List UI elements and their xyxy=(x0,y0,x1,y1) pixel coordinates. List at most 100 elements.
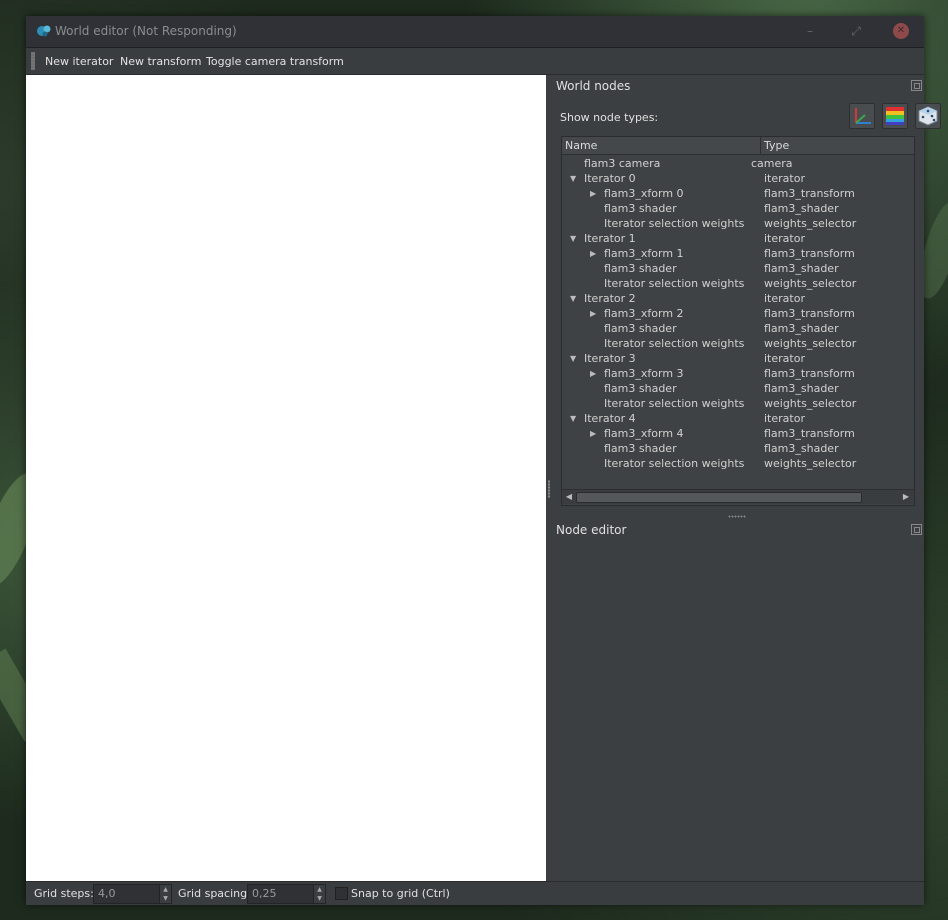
grid-steps-stepper[interactable]: ▲ ▼ xyxy=(159,885,171,903)
scrollbar-thumb[interactable] xyxy=(576,492,862,503)
world-nodes-tree[interactable]: Name Type flam3 camera camera ▼ Iterator 0 i… xyxy=(561,136,915,506)
node-type: flam3_transform xyxy=(764,187,855,200)
expanded-arrow-icon[interactable]: ▼ xyxy=(570,291,576,306)
close-button[interactable]: ✕ xyxy=(893,23,909,39)
tree-row[interactable]: ▼ Iterator 3 iterator xyxy=(562,351,914,366)
tree-row[interactable]: ▼ Iterator 0 iterator xyxy=(562,171,914,186)
tree-row[interactable]: flam3 shader flam3_shader xyxy=(562,201,914,216)
tree-row[interactable]: Iterator selection weights weights_select… xyxy=(562,396,914,411)
spin-down-icon[interactable]: ▼ xyxy=(160,894,171,903)
node-name: flam3 shader xyxy=(604,382,677,395)
grid-spacing-label: Grid spacing: xyxy=(178,887,251,900)
grid-steps-label: Grid steps: xyxy=(34,887,94,900)
collapsed-arrow-icon[interactable]: ▶ xyxy=(590,366,596,381)
node-name: flam3_xform 4 xyxy=(604,427,684,440)
toolbar-grip-icon[interactable] xyxy=(31,52,35,70)
node-type: flam3_shader xyxy=(764,382,839,395)
node-editor-float-icon[interactable] xyxy=(911,524,922,535)
node-name: Iterator 2 xyxy=(584,292,636,305)
collapsed-arrow-icon[interactable]: ▶ xyxy=(590,246,596,261)
tree-row[interactable]: flam3 shader flam3_shader xyxy=(562,261,914,276)
column-divider[interactable] xyxy=(760,137,761,154)
new-iterator-button[interactable]: New iterator xyxy=(45,55,113,68)
tree-row[interactable]: ▶ flam3_xform 3 flam3_transform xyxy=(562,366,914,381)
collapsed-arrow-icon[interactable]: ▶ xyxy=(590,186,596,201)
grid-steps-spinbox[interactable]: 4,0 ▲ ▼ xyxy=(93,884,172,904)
node-type: iterator xyxy=(764,412,805,425)
color-gradient-icon xyxy=(886,107,904,125)
expanded-arrow-icon[interactable]: ▼ xyxy=(570,171,576,186)
expanded-arrow-icon[interactable]: ▼ xyxy=(570,351,576,366)
grid-spacing-spinbox[interactable]: 0,25 ▲ ▼ xyxy=(247,884,326,904)
snap-to-grid-label[interactable]: Snap to grid (Ctrl) xyxy=(351,887,450,900)
tree-row[interactable]: Iterator selection weights weights_select… xyxy=(562,336,914,351)
node-name: flam3 shader xyxy=(604,262,677,275)
column-header-type[interactable]: Type xyxy=(764,139,789,152)
node-name: Iterator selection weights xyxy=(604,397,745,410)
toggle-camera-transform-button[interactable]: Toggle camera transform xyxy=(206,55,344,68)
scroll-left-icon[interactable]: ◀ xyxy=(563,491,575,503)
tree-row[interactable]: ▶ flam3_xform 0 flam3_transform xyxy=(562,186,914,201)
dock-splitter-icon[interactable] xyxy=(728,515,746,518)
toolbar: New iterator New transform Toggle camera… xyxy=(26,48,924,75)
scroll-right-icon[interactable]: ▶ xyxy=(900,491,912,503)
node-name: flam3 shader xyxy=(604,202,677,215)
tree-row[interactable]: flam3 shader flam3_shader xyxy=(562,441,914,456)
node-name: Iterator selection weights xyxy=(604,457,745,470)
node-type: flam3_transform xyxy=(764,307,855,320)
tree-row[interactable]: Iterator selection weights weights_select… xyxy=(562,456,914,471)
world-canvas[interactable] xyxy=(26,75,546,881)
title-bar[interactable]: World editor (Not Responding) – ⤢ ✕ xyxy=(26,16,924,48)
tree-row[interactable]: ▼ Iterator 2 iterator xyxy=(562,291,914,306)
tree-row[interactable]: ▶ flam3_xform 4 flam3_transform xyxy=(562,426,914,441)
collapsed-arrow-icon[interactable]: ▶ xyxy=(590,306,596,321)
splitter-grip-icon xyxy=(548,480,550,498)
horizontal-scrollbar[interactable]: ◀ ▶ xyxy=(562,489,914,504)
minimize-button[interactable]: – xyxy=(802,23,818,39)
node-type: weights_selector xyxy=(764,457,857,470)
tree-row[interactable]: ▶ flam3_xform 2 flam3_transform xyxy=(562,306,914,321)
dice-type-button[interactable] xyxy=(915,103,941,129)
tree-row[interactable]: flam3 shader flam3_shader xyxy=(562,381,914,396)
color-gradient-type-button[interactable] xyxy=(882,103,908,129)
expanded-arrow-icon[interactable]: ▼ xyxy=(570,231,576,246)
new-transform-button[interactable]: New transform xyxy=(120,55,201,68)
grid-spacing-value[interactable]: 0,25 xyxy=(252,887,277,900)
node-type: flam3_shader xyxy=(764,262,839,275)
node-name: flam3 shader xyxy=(604,322,677,335)
spin-up-icon[interactable]: ▲ xyxy=(314,885,325,894)
node-type: iterator xyxy=(764,172,805,185)
node-type: weights_selector xyxy=(764,277,857,290)
tree-row[interactable]: Iterator selection weights weights_select… xyxy=(562,216,914,231)
column-header-name[interactable]: Name xyxy=(565,139,597,152)
tree-row[interactable]: flam3 shader flam3_shader xyxy=(562,321,914,336)
tree-row[interactable]: Iterator selection weights weights_select… xyxy=(562,276,914,291)
grid-steps-value[interactable]: 4,0 xyxy=(98,887,116,900)
status-bar: Grid steps: 4,0 ▲ ▼ Grid spacing: 0,25 ▲ ▼… xyxy=(26,881,924,905)
show-node-types-label: Show node types: xyxy=(560,111,659,124)
grid-spacing-stepper[interactable]: ▲ ▼ xyxy=(313,885,325,903)
node-name: Iterator 1 xyxy=(584,232,636,245)
node-type: weights_selector xyxy=(764,397,857,410)
node-type: flam3_shader xyxy=(764,202,839,215)
expanded-arrow-icon[interactable]: ▼ xyxy=(570,411,576,426)
node-type: flam3_transform xyxy=(764,427,855,440)
node-type: camera xyxy=(751,157,793,170)
node-name: flam3_xform 3 xyxy=(604,367,684,380)
right-dock-area: World nodes Show node types: Name Type f… xyxy=(552,75,941,881)
axes-type-button[interactable] xyxy=(849,103,875,129)
tree-row[interactable]: ▼ Iterator 4 iterator xyxy=(562,411,914,426)
tree-row[interactable]: ▼ Iterator 1 iterator xyxy=(562,231,914,246)
snap-to-grid-checkbox[interactable] xyxy=(335,887,348,900)
node-type: weights_selector xyxy=(764,337,857,350)
node-type: flam3_shader xyxy=(764,322,839,335)
node-name: Iterator 4 xyxy=(584,412,636,425)
tree-row[interactable]: ▶ flam3_xform 1 flam3_transform xyxy=(562,246,914,261)
collapsed-arrow-icon[interactable]: ▶ xyxy=(590,426,596,441)
spin-down-icon[interactable]: ▼ xyxy=(314,894,325,903)
maximize-button[interactable]: ⤢ xyxy=(848,23,864,39)
spin-up-icon[interactable]: ▲ xyxy=(160,885,171,894)
tree-row[interactable]: flam3 camera camera xyxy=(562,156,914,171)
world-nodes-float-icon[interactable] xyxy=(911,80,922,91)
node-name: Iterator selection weights xyxy=(604,217,745,230)
